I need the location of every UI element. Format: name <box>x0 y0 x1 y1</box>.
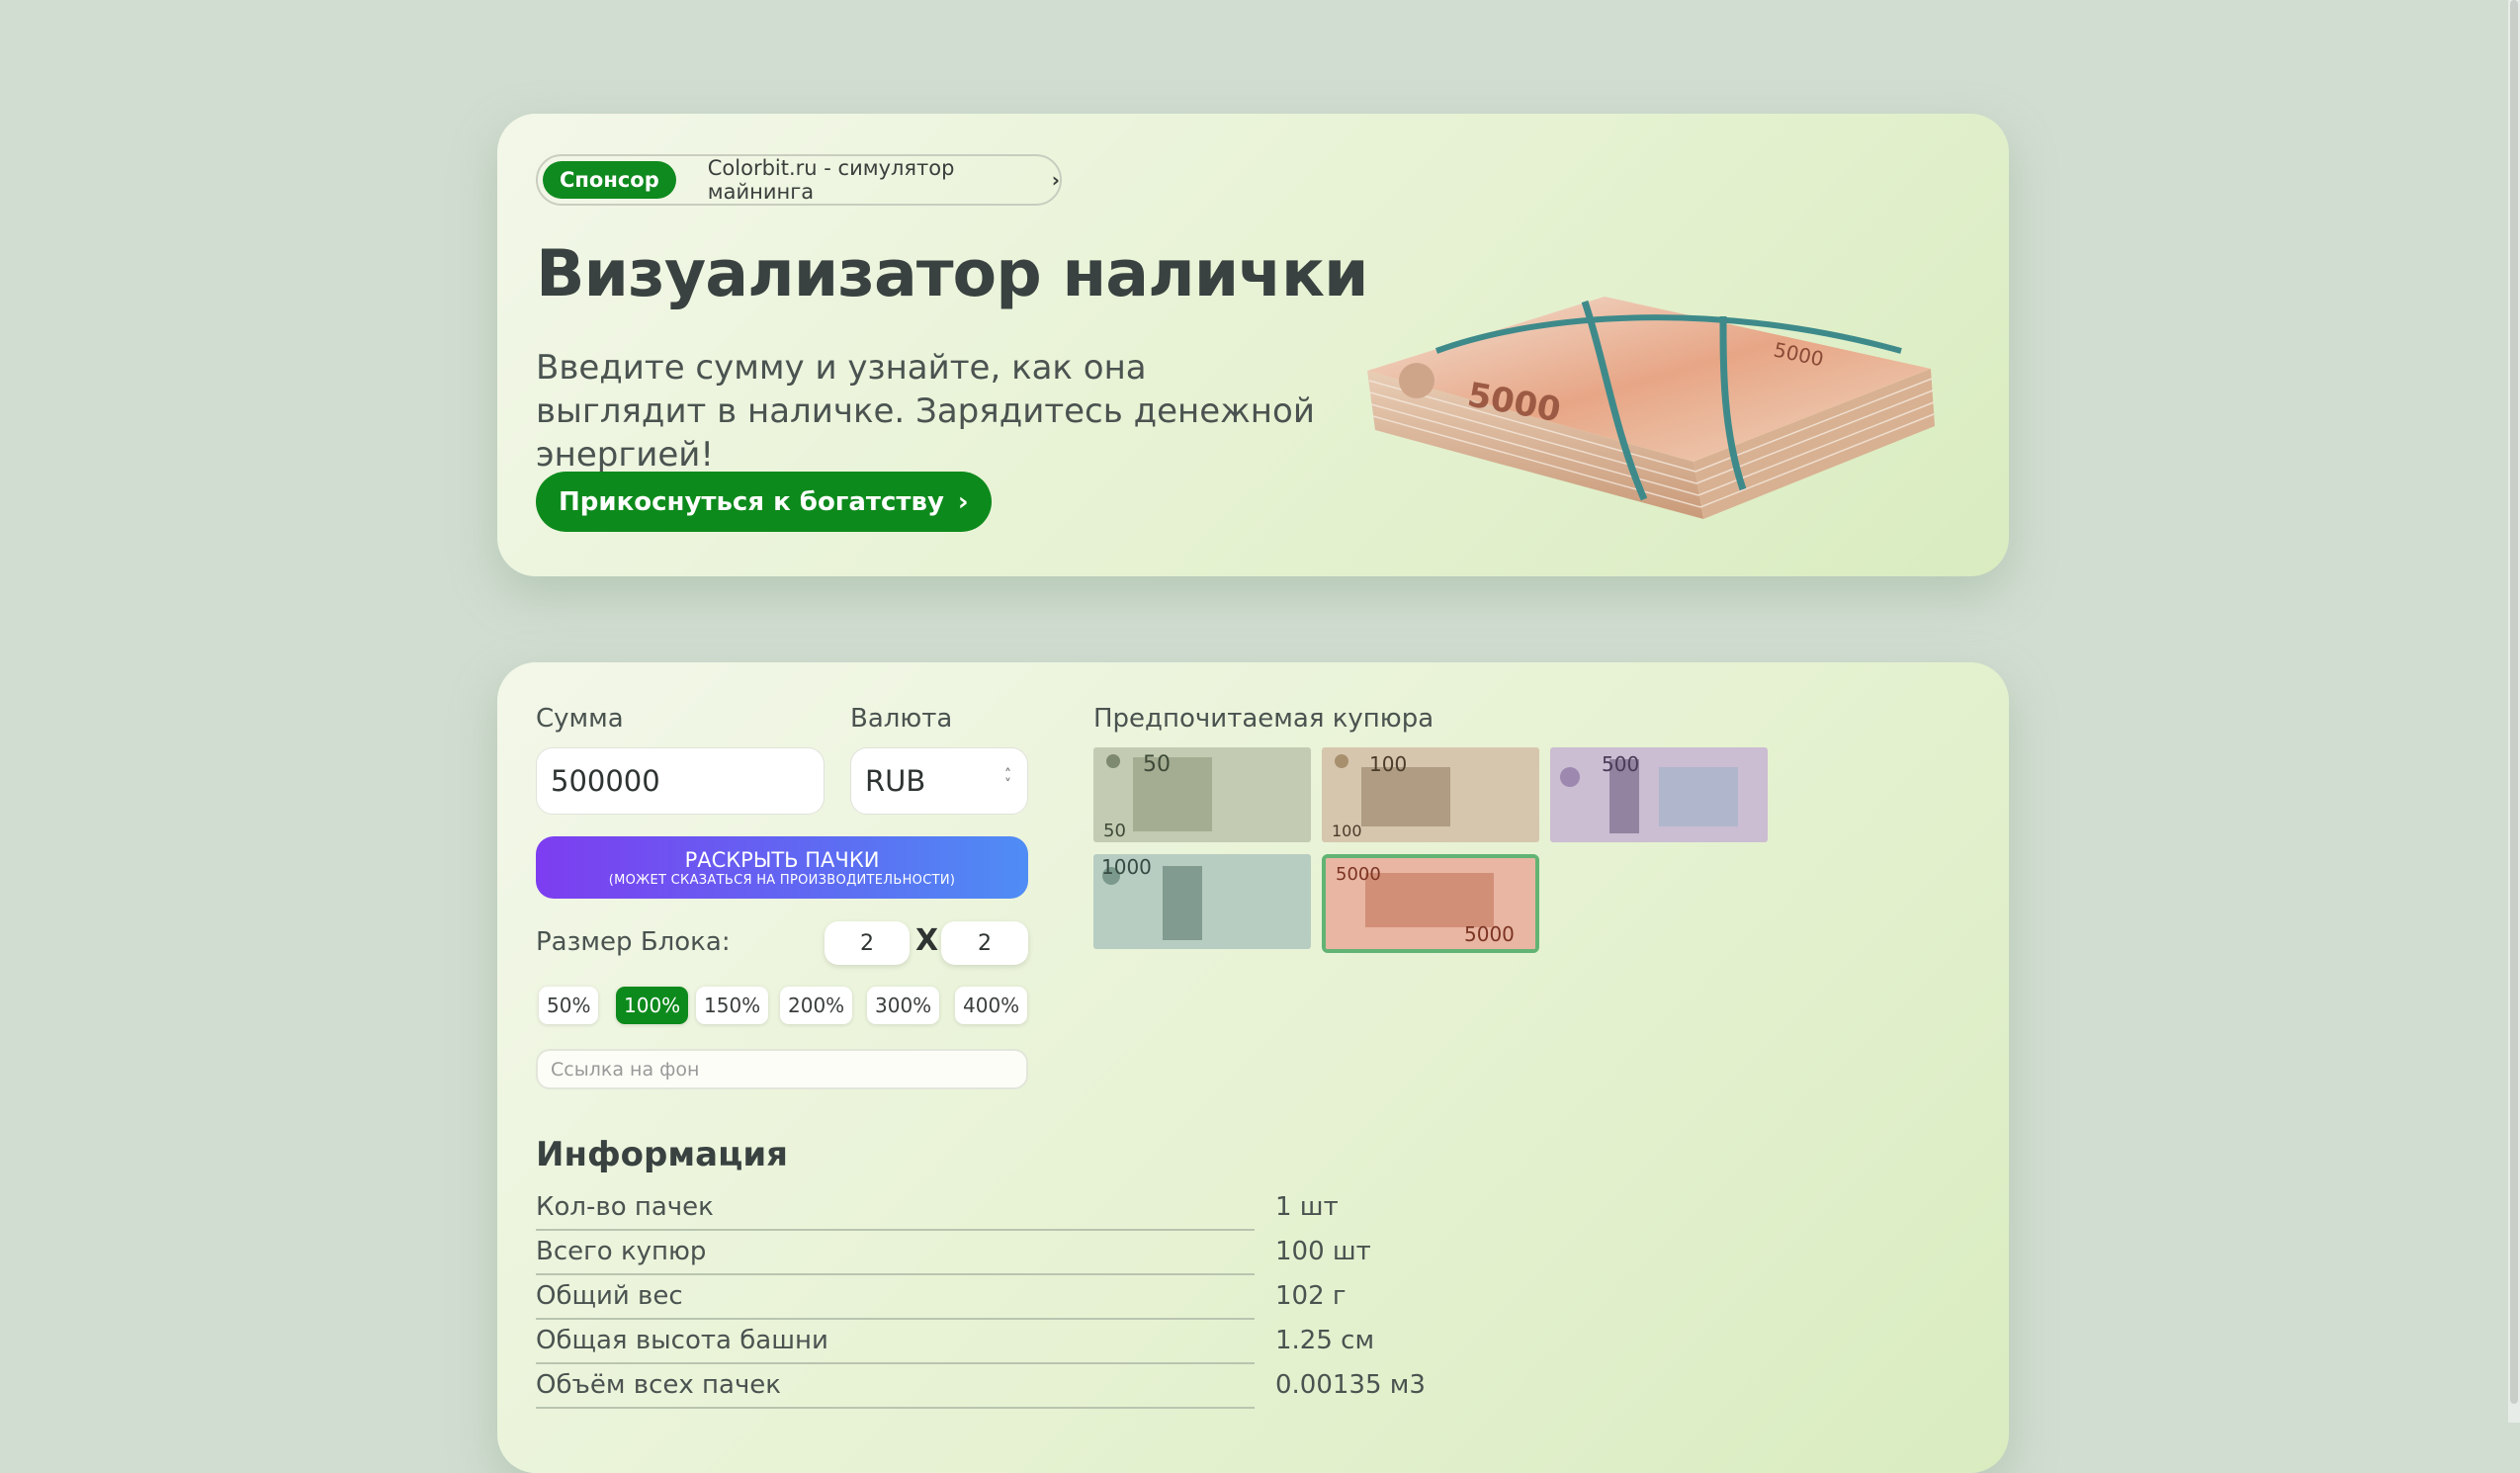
banknote-50[interactable]: 50 50 <box>1093 747 1311 842</box>
chevron-right-icon: › <box>1051 168 1060 192</box>
scale-200-button[interactable]: 200% <box>780 987 853 1024</box>
banknote-1000-image: 1000 <box>1093 854 1311 949</box>
amount-input[interactable]: 500000 <box>536 747 825 815</box>
svg-text:100: 100 <box>1369 752 1407 776</box>
select-arrows-icon: ˄ ˅ <box>1004 767 1011 793</box>
banknote-50-image: 50 50 <box>1093 747 1311 842</box>
chevron-right-icon: › <box>957 486 969 517</box>
scale-300-button[interactable]: 300% <box>867 987 940 1024</box>
currency-select[interactable]: RUB ˄ ˅ <box>850 747 1028 815</box>
calculator-card: Сумма 500000 Валюта RUB ˄ ˅ РАСКРЫТЬ ПАЧК… <box>497 662 2009 1473</box>
banknote-100-image: 100 100 <box>1322 747 1539 842</box>
info-title: Информация <box>536 1135 788 1174</box>
svg-text:1000: 1000 <box>1101 855 1152 879</box>
block-size-separator: X <box>915 923 939 958</box>
svg-text:100: 100 <box>1332 822 1362 840</box>
info-key: Всего купюр <box>536 1231 1255 1275</box>
scrollbar-track[interactable] <box>2508 0 2520 1423</box>
info-value: 1 шт <box>1275 1192 1339 1222</box>
block-size-label: Размер Блока: <box>536 927 731 957</box>
background-url-input[interactable]: Ссылка на фон <box>536 1049 1028 1089</box>
currency-label: Валюта <box>850 704 953 734</box>
info-value: 100 шт <box>1275 1237 1371 1266</box>
currency-value: RUB <box>865 764 926 798</box>
info-row: Общая высота башни 1.25 см <box>536 1320 1564 1364</box>
page-subtitle: Введите сумму и узнайте, как она выгляди… <box>536 348 1315 475</box>
block-width-input[interactable]: 2 <box>825 921 910 965</box>
reveal-button-label: РАСКРЫТЬ ПАЧКИ <box>684 848 880 872</box>
preferred-note-label: Предпочитаемая купюра <box>1093 704 1434 734</box>
info-value: 0.00135 м3 <box>1275 1370 1426 1400</box>
svg-text:5000: 5000 <box>1336 864 1381 885</box>
svg-text:50: 50 <box>1143 752 1171 777</box>
info-row: Общий вес 102 г <box>536 1275 1564 1320</box>
svg-text:5000: 5000 <box>1464 922 1515 946</box>
info-key: Общая высота башни <box>536 1320 1255 1364</box>
scale-150-button[interactable]: 150% <box>696 987 769 1024</box>
info-row: Кол-во пачек 1 шт <box>536 1186 1564 1231</box>
info-row: Объём всех пачек 0.00135 м3 <box>536 1364 1564 1409</box>
banknote-5000[interactable]: 5000 5000 <box>1322 854 1539 953</box>
amount-label: Сумма <box>536 704 624 734</box>
sponsor-link[interactable]: Colorbit.ru - симулятор майнинга <box>708 156 1042 204</box>
info-row: Всего купюр 100 шт <box>536 1231 1564 1275</box>
banknote-100[interactable]: 100 100 <box>1322 747 1539 842</box>
info-value: 1.25 см <box>1275 1326 1375 1355</box>
block-height-input[interactable]: 2 <box>941 921 1028 965</box>
page-title: Визуализатор налички <box>536 237 1369 311</box>
reveal-bundles-button[interactable]: РАСКРЫТЬ ПАЧКИ (МОЖЕТ СКАЗАТЬСЯ НА ПРОИЗ… <box>536 836 1028 899</box>
banknote-5000-image: 5000 5000 <box>1326 858 1535 949</box>
sponsor-badge: Спонсор <box>543 161 676 199</box>
scale-100-button[interactable]: 100% <box>616 987 689 1024</box>
hero-card: Спонсор Colorbit.ru - симулятор майнинга… <box>497 114 2009 576</box>
sponsor-pill[interactable]: Спонсор Colorbit.ru - симулятор майнинга… <box>536 154 1062 206</box>
banknote-500[interactable]: 500 <box>1550 747 1768 842</box>
reveal-button-note: (МОЖЕТ СКАЗАТЬСЯ НА ПРОИЗВОДИТЕЛЬНОСТИ) <box>608 873 956 888</box>
scale-50-button[interactable]: 50% <box>539 987 599 1024</box>
banknote-1000[interactable]: 1000 <box>1093 854 1311 949</box>
info-key: Кол-во пачек <box>536 1186 1255 1231</box>
info-key: Объём всех пачек <box>536 1364 1255 1409</box>
cta-label: Прикоснуться к богатству <box>559 486 944 517</box>
info-key: Общий вес <box>536 1275 1255 1320</box>
scale-400-button[interactable]: 400% <box>955 987 1028 1024</box>
money-stack-image: 5000 5000 <box>1367 297 1935 519</box>
svg-text:50: 50 <box>1103 821 1126 841</box>
touch-wealth-button[interactable]: Прикоснуться к богатству › <box>536 472 992 532</box>
info-value: 102 г <box>1275 1281 1347 1311</box>
scrollbar-thumb[interactable] <box>2510 0 2518 1404</box>
svg-text:500: 500 <box>1602 752 1639 776</box>
banknote-500-image: 500 <box>1550 747 1768 842</box>
